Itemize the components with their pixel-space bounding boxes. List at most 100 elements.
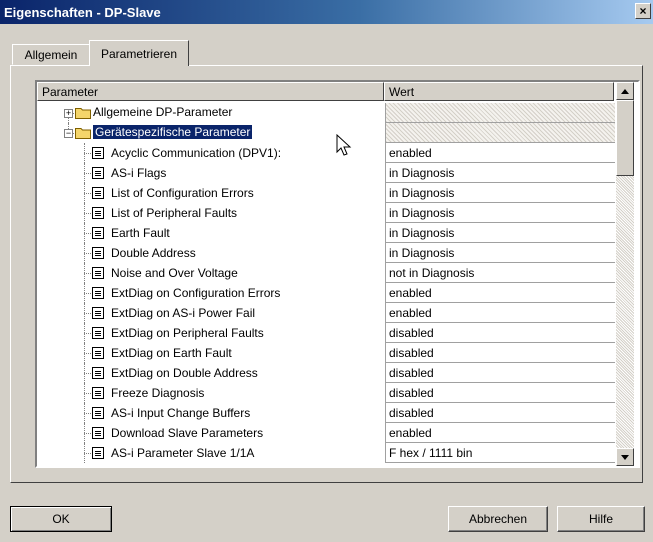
parameter-label: List of Configuration Errors — [111, 186, 254, 200]
parameter-name-cell[interactable]: List of Peripheral Faults — [37, 203, 385, 223]
parameter-row[interactable]: ExtDiag on AS-i Power Fail enabled — [37, 303, 615, 323]
parameter-label: AS-i Flags — [111, 166, 167, 180]
parameter-doc-icon — [92, 247, 104, 259]
folder-open-icon — [75, 128, 91, 139]
arrow-down-icon — [621, 454, 629, 460]
parameter-name-cell[interactable]: AS-i Parameter Slave 1/1A — [37, 443, 385, 463]
parameter-value-cell[interactable]: enabled — [385, 283, 615, 303]
parameter-doc-icon — [92, 267, 104, 279]
parameter-row[interactable]: AS-i Parameter Slave 1/1A F hex / 1111 bi… — [37, 443, 615, 463]
parameter-label: List of Peripheral Faults — [111, 206, 238, 220]
parameter-row[interactable]: ExtDiag on Earth Fault disabled — [37, 343, 615, 363]
parameter-value-cell[interactable]: disabled — [385, 383, 615, 403]
help-button[interactable]: Hilfe — [557, 506, 645, 532]
vertical-scrollbar[interactable] — [616, 82, 634, 466]
parameter-row[interactable]: List of Peripheral Faults in Diagnosis — [37, 203, 615, 223]
parameter-name-cell[interactable]: Noise and Over Voltage — [37, 263, 385, 283]
parameter-value-cell[interactable]: in Diagnosis — [385, 243, 615, 263]
parameter-value-cell — [385, 103, 615, 123]
tree-folder-label[interactable]: Allgemeine DP-Parameter — [93, 105, 232, 119]
column-header-parameter[interactable]: Parameter — [37, 82, 384, 101]
scroll-down-button[interactable] — [616, 448, 634, 466]
expand-icon[interactable]: + — [64, 109, 73, 118]
parameter-row[interactable]: Freeze Diagnosis disabled — [37, 383, 615, 403]
arrow-up-icon — [621, 88, 629, 94]
parameter-name-cell[interactable]: Freeze Diagnosis — [37, 383, 385, 403]
parameter-value-cell[interactable]: F hex / 1111 bin — [385, 443, 615, 463]
parameter-value-cell[interactable]: in Diagnosis — [385, 183, 615, 203]
parameter-rows: + Allgemeine DP-Parameter − Gerätespezifisc… — [37, 103, 615, 463]
collapse-icon[interactable]: − — [64, 129, 73, 138]
mouse-pointer-icon — [336, 134, 352, 156]
parameter-row[interactable]: Double Address in Diagnosis — [37, 243, 615, 263]
scroll-thumb[interactable] — [616, 100, 634, 176]
parameter-label: Noise and Over Voltage — [111, 266, 238, 280]
parameter-name-cell[interactable]: AS-i Input Change Buffers — [37, 403, 385, 423]
parameter-row[interactable]: Download Slave Parameters enabled — [37, 423, 615, 443]
parameter-row[interactable]: Earth Fault in Diagnosis — [37, 223, 615, 243]
tab-parametrieren[interactable]: Parametrieren — [89, 40, 189, 66]
parameter-name-cell[interactable]: + Allgemeine DP-Parameter — [37, 103, 385, 123]
tree-folder-row[interactable]: − Gerätespezifische Parameter — [37, 123, 615, 143]
parameter-value-cell[interactable]: in Diagnosis — [385, 163, 615, 183]
folder-icon — [75, 108, 91, 119]
window-title: Eigenschaften - DP-Slave — [4, 4, 161, 20]
parameter-name-cell[interactable]: ExtDiag on Configuration Errors — [37, 283, 385, 303]
parameter-doc-icon — [92, 327, 104, 339]
parameter-doc-icon — [92, 207, 104, 219]
parameter-row[interactable]: Noise and Over Voltage not in Diagnosis — [37, 263, 615, 283]
parameter-name-cell[interactable]: ExtDiag on Double Address — [37, 363, 385, 383]
parameter-name-cell[interactable]: AS-i Flags — [37, 163, 385, 183]
parameter-name-cell[interactable]: Download Slave Parameters — [37, 423, 385, 443]
parameter-value-cell[interactable]: enabled — [385, 423, 615, 443]
parameter-value-cell — [385, 123, 615, 143]
parameter-label: Earth Fault — [111, 226, 170, 240]
scroll-up-button[interactable] — [616, 82, 634, 100]
parameter-doc-icon — [92, 287, 104, 299]
parameter-name-cell[interactable]: List of Configuration Errors — [37, 183, 385, 203]
parameter-doc-icon — [92, 227, 104, 239]
parameter-label: AS-i Input Change Buffers — [111, 406, 251, 420]
parameter-value-cell[interactable]: disabled — [385, 343, 615, 363]
parameter-value-cell[interactable]: enabled — [385, 303, 615, 323]
parameter-doc-icon — [92, 387, 104, 399]
parameter-label: ExtDiag on Earth Fault — [111, 346, 232, 360]
parameter-name-cell[interactable]: ExtDiag on Earth Fault — [37, 343, 385, 363]
parameter-label: ExtDiag on Peripheral Faults — [111, 326, 264, 340]
parameter-label: Double Address — [111, 246, 196, 260]
tab-allgemein[interactable]: Allgemein — [12, 44, 90, 65]
parameter-name-cell[interactable]: ExtDiag on AS-i Power Fail — [37, 303, 385, 323]
parameter-value-cell[interactable]: disabled — [385, 403, 615, 423]
tree-folder-label[interactable]: Gerätespezifische Parameter — [93, 125, 253, 139]
parameter-row[interactable]: ExtDiag on Peripheral Faults disabled — [37, 323, 615, 343]
parameter-value-cell[interactable]: enabled — [385, 143, 615, 163]
parameter-row[interactable]: ExtDiag on Configuration Errors enabled — [37, 283, 615, 303]
parameter-value-cell[interactable]: disabled — [385, 323, 615, 343]
column-header-wert[interactable]: Wert — [384, 82, 614, 101]
parameter-label: Acyclic Communication (DPV1): — [111, 146, 282, 160]
ok-button[interactable]: OK — [10, 506, 112, 532]
parameter-doc-icon — [92, 307, 104, 319]
parameter-label: Freeze Diagnosis — [111, 386, 205, 400]
parameter-row[interactable]: AS-i Flags in Diagnosis — [37, 163, 615, 183]
parameter-row[interactable]: ExtDiag on Double Address disabled — [37, 363, 615, 383]
cancel-button[interactable]: Abbrechen — [448, 506, 548, 532]
parameter-name-cell[interactable]: Earth Fault — [37, 223, 385, 243]
parameter-doc-icon — [92, 187, 104, 199]
parameter-name-cell[interactable]: − Gerätespezifische Parameter — [37, 123, 385, 143]
parameter-label: ExtDiag on Double Address — [111, 366, 258, 380]
parameter-name-cell[interactable]: Double Address — [37, 243, 385, 263]
parameter-name-cell[interactable]: ExtDiag on Peripheral Faults — [37, 323, 385, 343]
parameter-name-cell[interactable]: Acyclic Communication (DPV1): — [37, 143, 385, 163]
parameter-label: ExtDiag on AS-i Power Fail — [111, 306, 256, 320]
parameter-value-cell[interactable]: in Diagnosis — [385, 203, 615, 223]
parameter-row[interactable]: Acyclic Communication (DPV1): enabled — [37, 143, 615, 163]
tree-folder-row[interactable]: + Allgemeine DP-Parameter — [37, 103, 615, 123]
parameter-value-cell[interactable]: disabled — [385, 363, 615, 383]
parameter-value-cell[interactable]: in Diagnosis — [385, 223, 615, 243]
parameter-value-cell[interactable]: not in Diagnosis — [385, 263, 615, 283]
close-button[interactable]: × — [635, 3, 651, 19]
parameter-row[interactable]: List of Configuration Errors in Diagnosis — [37, 183, 615, 203]
parameter-row[interactable]: AS-i Input Change Buffers disabled — [37, 403, 615, 423]
parameter-doc-icon — [92, 367, 104, 379]
